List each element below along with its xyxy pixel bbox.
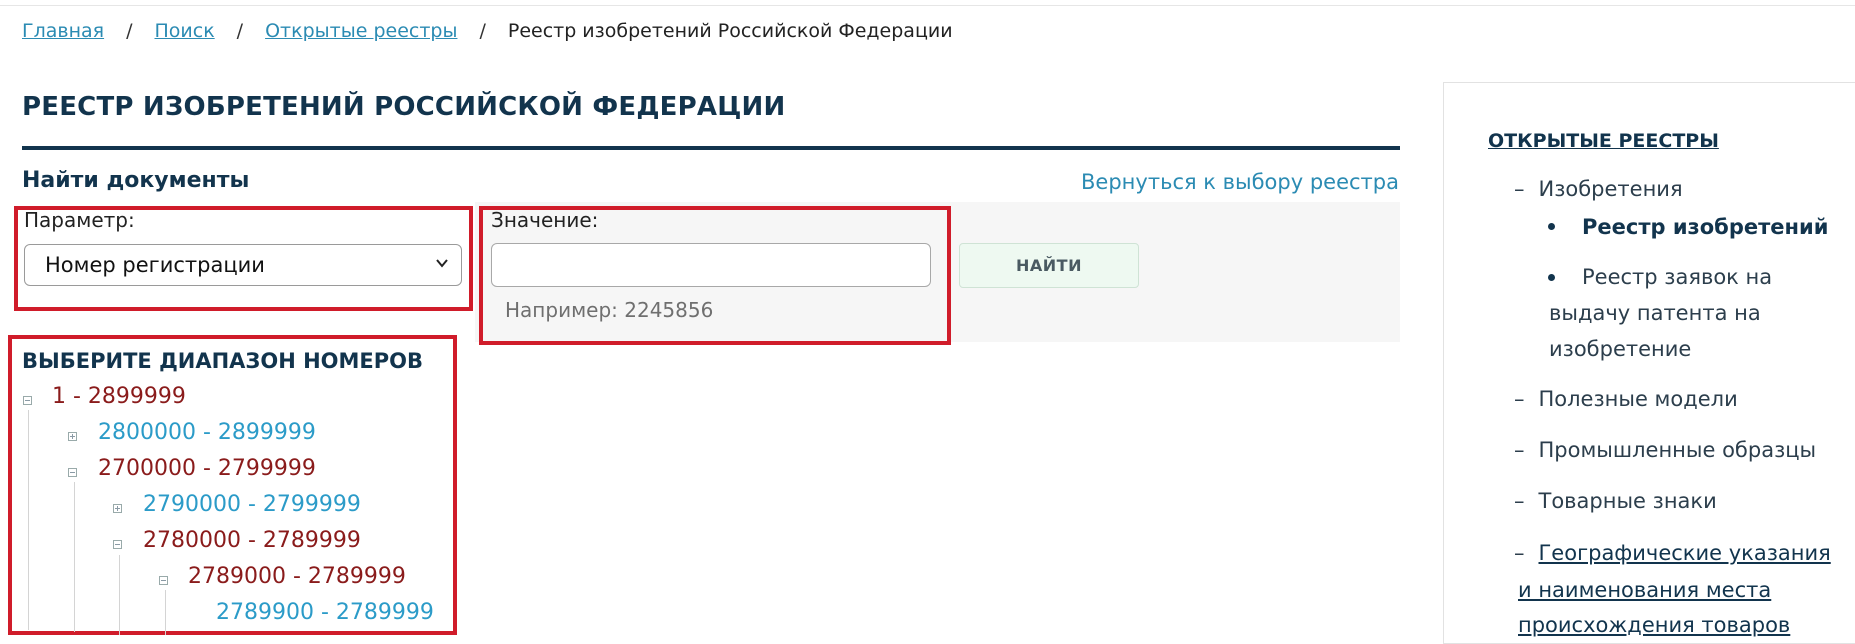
breadcrumb-separator: / bbox=[237, 20, 243, 42]
range-item[interactable]: 2789000 - 2789999 bbox=[188, 564, 406, 589]
sidebar-subitem-inventions-register[interactable]: Реестр изобретений bbox=[1582, 209, 1828, 245]
range-title: ВЫБЕРИТЕ ДИАПАЗОН НОМЕРОВ bbox=[22, 349, 423, 373]
dash-marker: – bbox=[1514, 438, 1525, 462]
sidebar-item-trademarks[interactable]: –Товарные знаки bbox=[1514, 489, 1717, 513]
breadcrumb-current: Реестр изобретений Российской Федерации bbox=[508, 20, 953, 42]
tree-guide-line bbox=[28, 410, 29, 630]
sidebar-geo-link-line3[interactable]: происхождения товаров bbox=[1518, 609, 1790, 641]
sidebar-item-label: Промышленные образцы bbox=[1539, 438, 1817, 462]
parameter-highlight-box bbox=[14, 206, 473, 311]
breadcrumb-separator: / bbox=[479, 20, 485, 42]
page-title: РЕЕСТР ИЗОБРЕТЕНИЙ РОССИЙСКОЙ ФЕДЕРАЦИИ bbox=[22, 92, 785, 122]
bullet-icon bbox=[1548, 274, 1555, 281]
range-item[interactable]: 2789900 - 2789999 bbox=[216, 600, 434, 625]
dash-marker: – bbox=[1514, 489, 1525, 513]
sidebar-item-industrial-designs[interactable]: –Промышленные образцы bbox=[1514, 438, 1816, 462]
sidebar-item-inventions[interactable]: –Изобретения bbox=[1514, 177, 1683, 201]
range-item[interactable]: 2700000 - 2799999 bbox=[98, 456, 316, 481]
sidebar-item-label: Изобретения bbox=[1539, 177, 1683, 201]
find-documents-heading: Найти документы bbox=[22, 168, 249, 193]
sidebar-item-utility-models[interactable]: –Полезные модели bbox=[1514, 387, 1738, 411]
sidebar-item-geo-indications[interactable]: –Географические указания bbox=[1514, 541, 1831, 565]
breadcrumb-home-link[interactable]: Главная bbox=[22, 20, 104, 42]
top-border bbox=[0, 0, 1855, 6]
breadcrumb-search-link[interactable]: Поиск bbox=[154, 20, 214, 42]
breadcrumb: Главная / Поиск / Открытые реестры / Реестр из… bbox=[22, 20, 953, 42]
sidebar-geo-link-line1[interactable]: Географические указания bbox=[1539, 541, 1831, 565]
sidebar-item-label: Товарные знаки bbox=[1539, 489, 1717, 513]
sidebar-item-label: Полезные модели bbox=[1539, 387, 1738, 411]
title-divider bbox=[22, 146, 1400, 150]
sidebar-subitem-applications-line3[interactable]: изобретение bbox=[1549, 331, 1691, 367]
tree-guide-line bbox=[74, 482, 75, 632]
tree-guide-line bbox=[119, 555, 120, 635]
breadcrumb-open-registers-link[interactable]: Открытые реестры bbox=[265, 20, 457, 42]
range-item[interactable]: 2790000 - 2799999 bbox=[143, 492, 361, 517]
dash-marker: – bbox=[1514, 541, 1525, 565]
bullet-icon bbox=[1548, 223, 1555, 230]
range-item[interactable]: 2780000 - 2789999 bbox=[143, 528, 361, 553]
range-item[interactable]: 1 - 2899999 bbox=[52, 384, 186, 409]
find-button[interactable]: НАЙТИ bbox=[959, 243, 1139, 288]
expand-toggle-icon[interactable] bbox=[113, 504, 122, 513]
collapse-toggle-icon[interactable] bbox=[68, 468, 77, 477]
collapse-toggle-icon[interactable] bbox=[159, 576, 168, 585]
sidebar-subitem-applications-line2[interactable]: выдачу патента на bbox=[1549, 295, 1761, 331]
breadcrumb-separator: / bbox=[126, 20, 132, 42]
tree-guide-line bbox=[165, 590, 166, 635]
sidebar-subitem-applications-line1[interactable]: Реестр заявок на bbox=[1582, 259, 1772, 295]
sidebar-geo-link-line2[interactable]: и наименования места bbox=[1518, 574, 1771, 606]
range-highlight-box bbox=[8, 335, 457, 635]
dash-marker: – bbox=[1514, 387, 1525, 411]
back-to-register-selection-link[interactable]: Вернуться к выбору реестра bbox=[1081, 170, 1399, 194]
dash-marker: – bbox=[1514, 177, 1525, 201]
sidebar-title-link[interactable]: ОТКРЫТЫЕ РЕЕСТРЫ bbox=[1488, 130, 1719, 152]
collapse-toggle-icon[interactable] bbox=[23, 396, 32, 405]
expand-toggle-icon[interactable] bbox=[68, 432, 77, 441]
range-item[interactable]: 2800000 - 2899999 bbox=[98, 420, 316, 445]
collapse-toggle-icon[interactable] bbox=[113, 540, 122, 549]
value-highlight-box bbox=[479, 206, 951, 345]
